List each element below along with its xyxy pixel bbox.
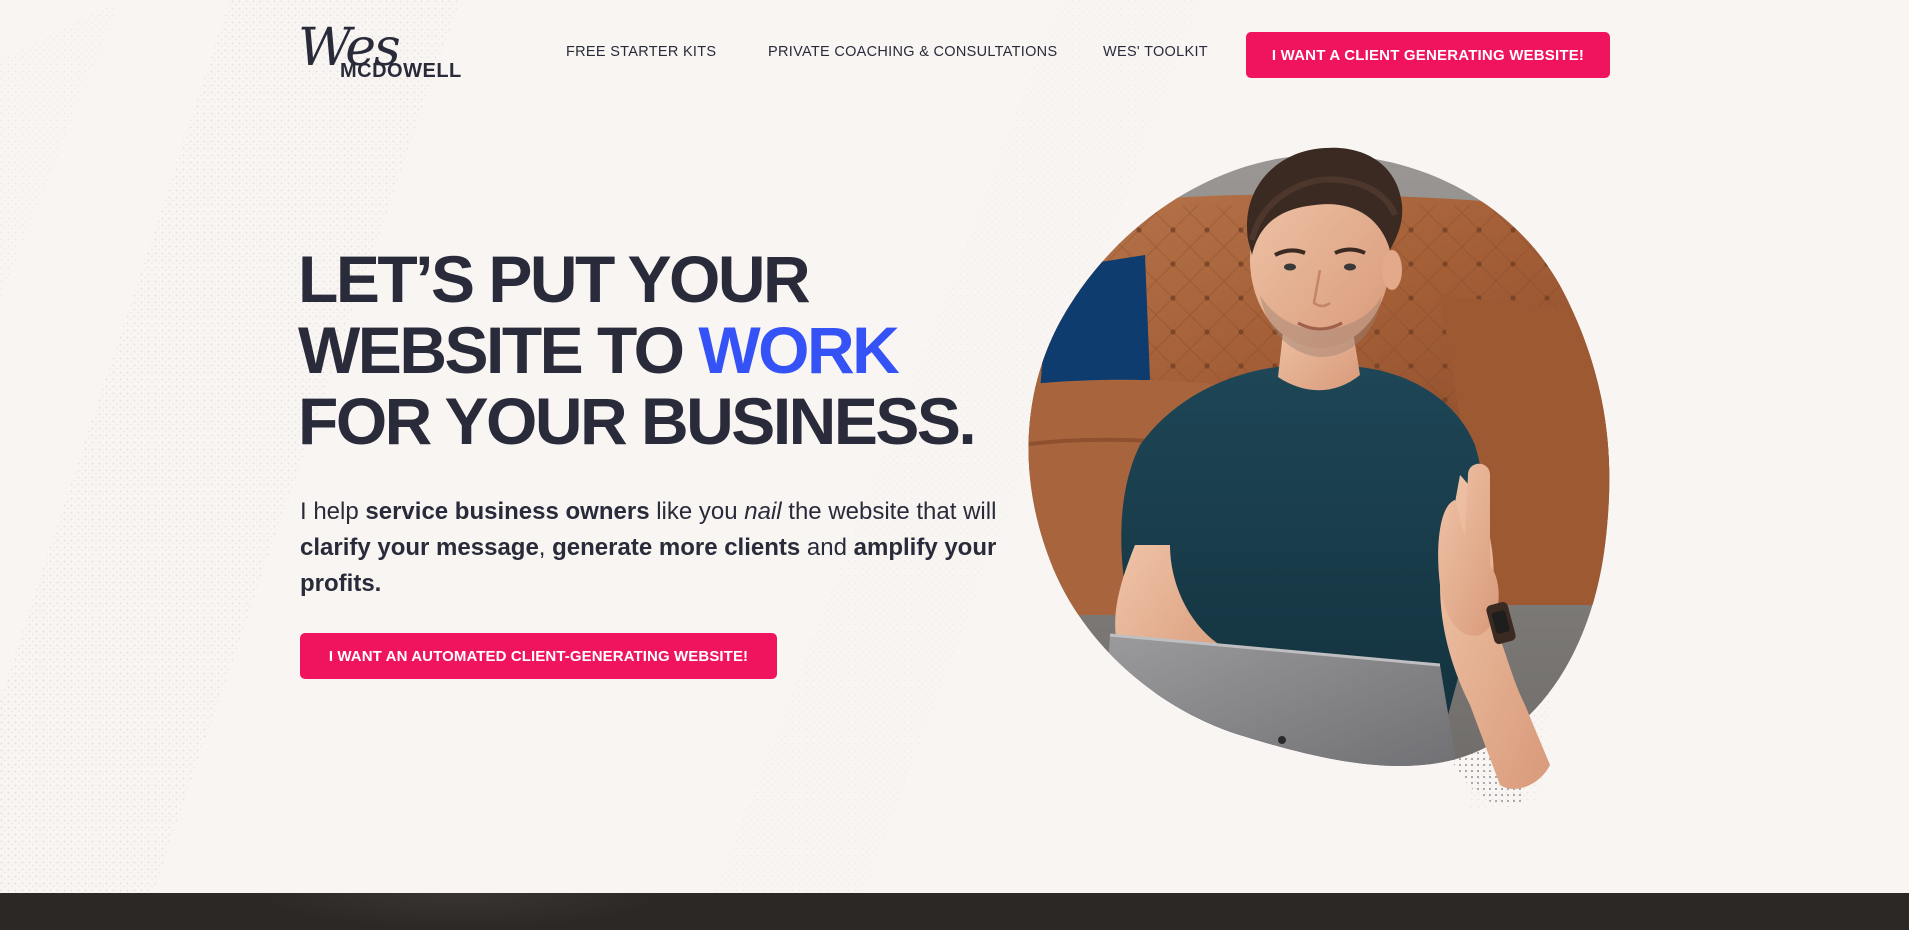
subtext-part: the website that will [781, 498, 997, 525]
background-texture [0, 0, 1560, 930]
headline-line-3: FOR YOUR BUSINESS. [298, 384, 977, 458]
subtext-part: I help [300, 498, 366, 525]
nav-free-starter-kits[interactable]: FREE STARTER KITS [566, 44, 716, 60]
subtext-bold: service business owners [365, 498, 650, 525]
subtext-part: and [800, 534, 854, 561]
hero-headline: LET’S PUT YOUR WEBSITE TO WORK FOR YOUR … [298, 244, 1018, 457]
page: Wes MCDOWELL FREE STARTER KITS PRIVATE C… [0, 0, 1909, 930]
header-cta-button[interactable]: I WANT A CLIENT GENERATING WEBSITE! [1246, 32, 1610, 78]
next-section-band [0, 893, 1909, 930]
band-shadow [250, 893, 670, 930]
subtext-part: like you [649, 498, 745, 525]
portrait-photo [1028, 147, 1610, 807]
logo-wordmark: MCDOWELL [340, 60, 462, 82]
subtext-bold: clarify your message [300, 534, 539, 561]
hero-subtext: I help service business owners like you … [300, 494, 1000, 602]
subtext-part: , [538, 534, 553, 561]
headline-line-1: LET’S PUT YOUR [298, 242, 811, 316]
nav-wes-toolkit[interactable]: WES' TOOLKIT [1103, 44, 1208, 60]
site-header: Wes MCDOWELL FREE STARTER KITS PRIVATE C… [0, 0, 1909, 110]
headline-accent-work: WORK [698, 313, 899, 387]
subtext-bold: generate more clients [552, 534, 801, 561]
headline-line-2: WEBSITE TO [298, 313, 699, 387]
nav-private-coaching[interactable]: PRIVATE COACHING & CONSULTATIONS [768, 44, 1057, 60]
subtext-italic: nail [744, 498, 782, 525]
hero-cta-button[interactable]: I WANT AN AUTOMATED CLIENT-GENERATING WE… [300, 633, 777, 679]
logo[interactable]: Wes MCDOWELL [298, 18, 461, 88]
